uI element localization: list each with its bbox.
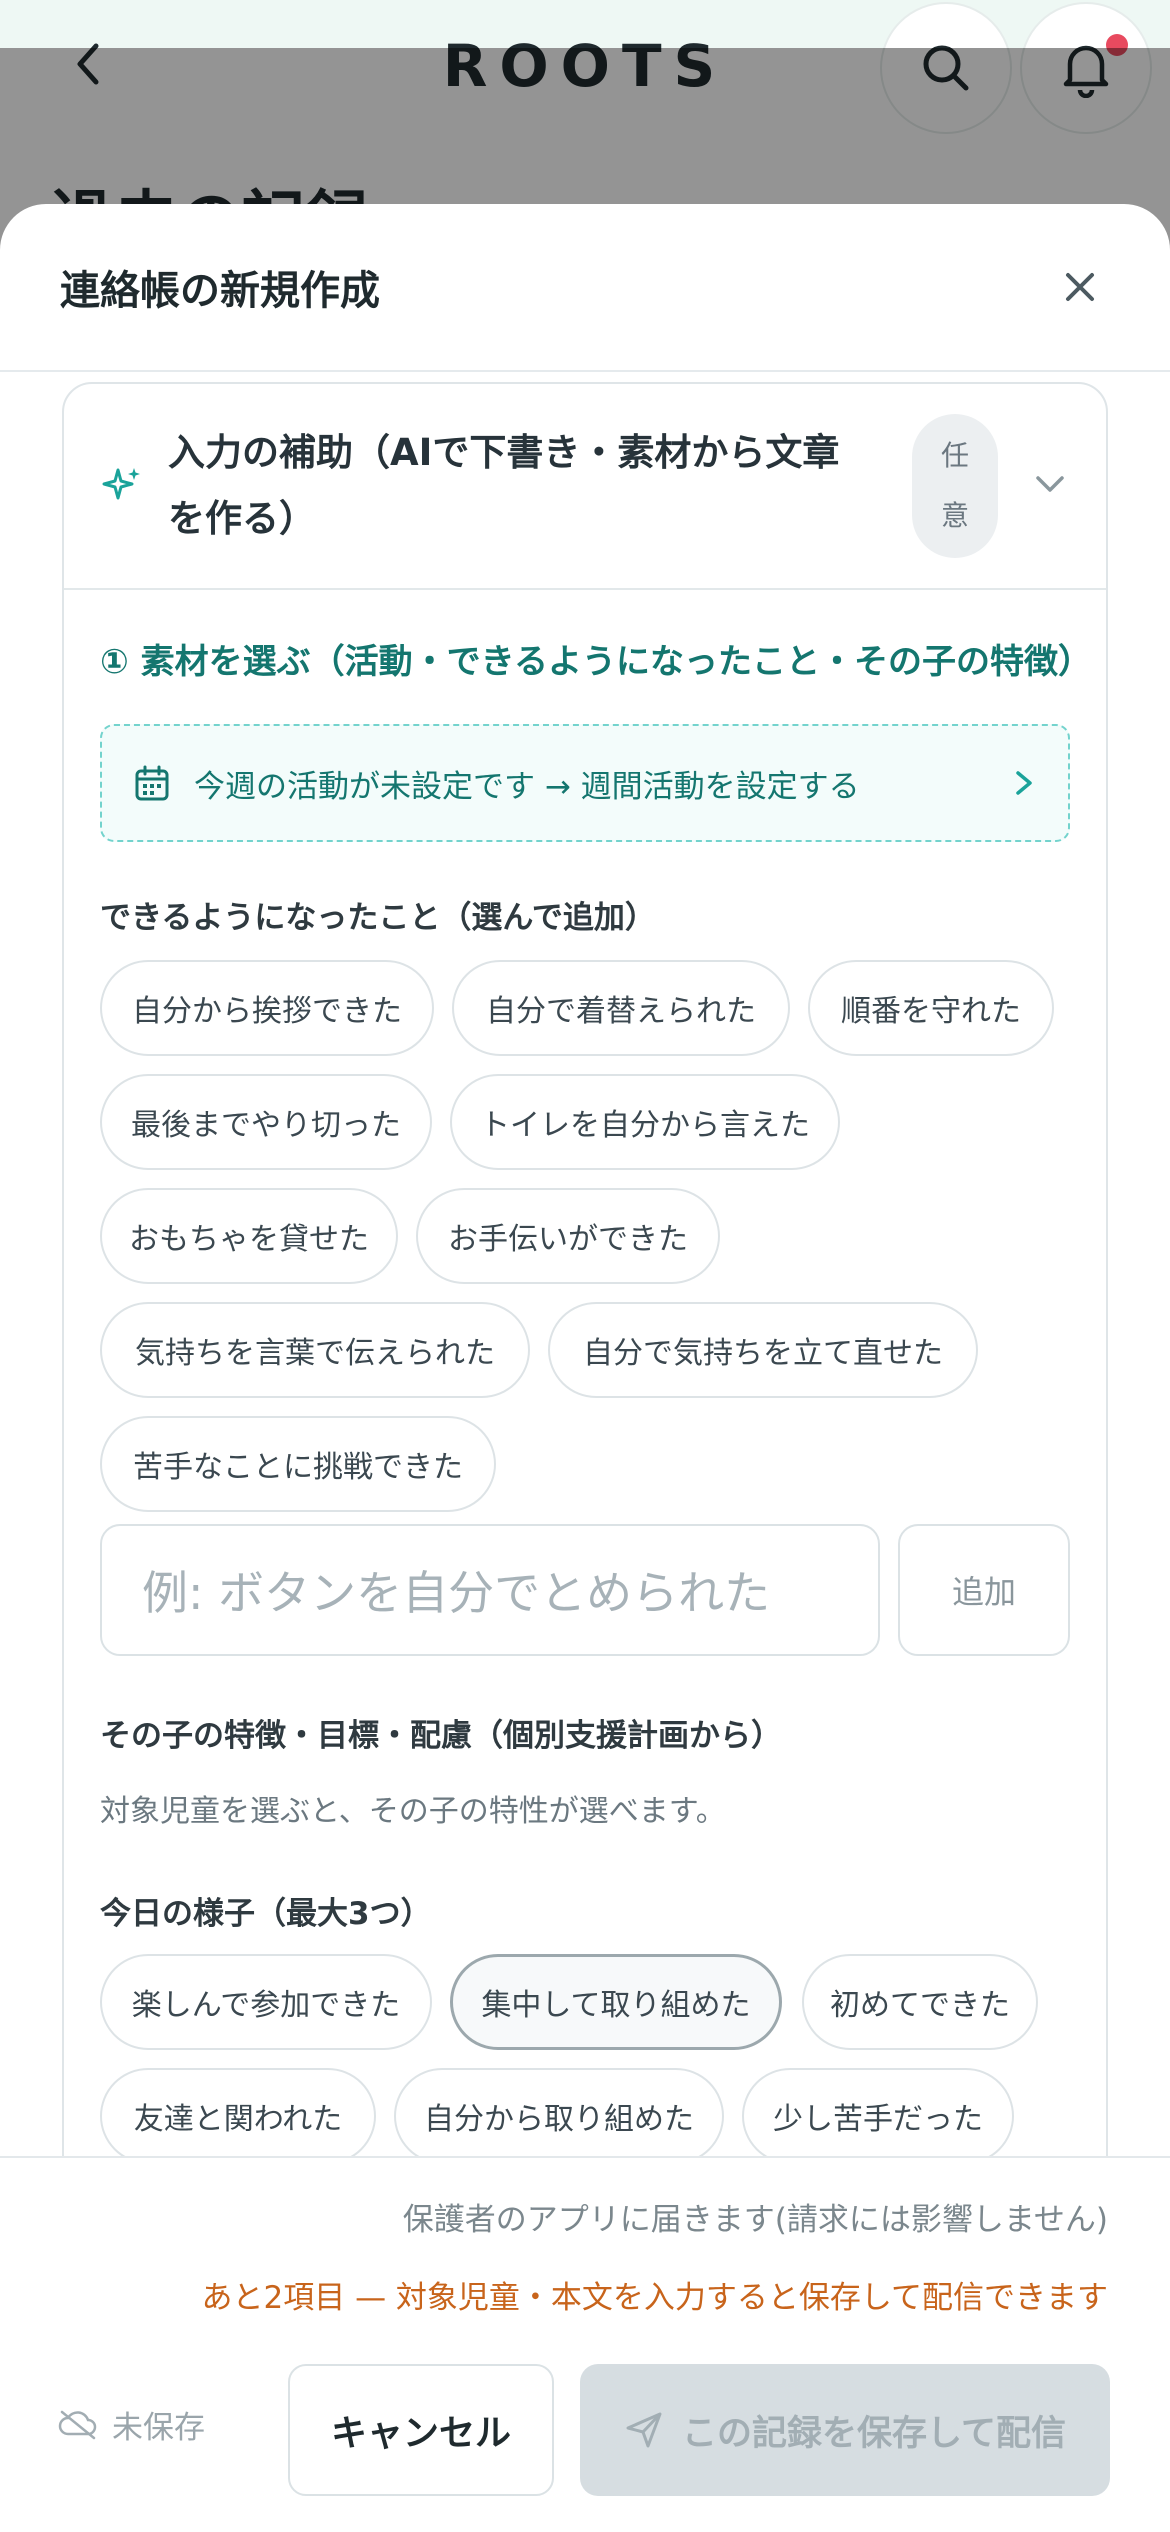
activity-link-text: 今週の活動が未設定です → 週間活動を設定する [194, 768, 860, 805]
today-chip[interactable]: 少し苦手だった [742, 2068, 1014, 2158]
assist-card: 入力の補助（AIで下書き・素材から文章を作る） 任 意 ① 素材を選ぶ（活動・で… [62, 382, 1108, 2158]
close-icon [1066, 273, 1094, 301]
delivery-note: 保護者のアプリに届きます(請求には影響しません) [402, 2202, 1108, 2238]
sparkle-icon [102, 468, 140, 500]
optional-badge-line2: 意 [940, 499, 969, 532]
cancel-button[interactable]: キャンセル [288, 2364, 554, 2496]
cloud-off-icon [58, 2410, 97, 2440]
achievement-chip[interactable]: 自分で気持ちを立て直せた [548, 1302, 978, 1398]
chevron-right-icon [1016, 771, 1032, 795]
achievement-chip[interactable]: 苦手なことに挑戦できた [100, 1416, 496, 1512]
achievement-input[interactable]: 例: ボタンを自分でとめられた [100, 1524, 880, 1656]
today-chip[interactable]: 自分から取り組めた [394, 2068, 724, 2158]
optional-badge-line1: 任 [940, 439, 969, 472]
traits-label: その子の特徴・目標・配慮（個別支援計画から） [100, 1718, 782, 1754]
send-icon [626, 2412, 662, 2448]
achievement-chip[interactable]: 気持ちを言葉で伝えられた [100, 1302, 530, 1398]
sheet-scroll-area[interactable]: 入力の補助（AIで下書き・素材から文章を作る） 任 意 ① 素材を選ぶ（活動・で… [0, 374, 1170, 2158]
achievement-chip[interactable]: 自分から挨拶できた [100, 960, 434, 1056]
today-chip[interactable]: 友達と関われた [100, 2068, 376, 2158]
achievement-chip[interactable]: 最後までやり切った [100, 1074, 432, 1170]
achievement-chip[interactable]: トイレを自分から言えた [450, 1074, 840, 1170]
set-weekly-activity-link[interactable]: 今週の活動が未設定です → 週間活動を設定する [100, 724, 1070, 842]
close-button[interactable] [1050, 257, 1110, 317]
save-and-send-button[interactable]: この記録を保存して配信 [580, 2364, 1110, 2496]
unsaved-status: 未保存 [58, 2394, 205, 2454]
new-record-sheet: 連絡帳の新規作成 入力の補助（AIで下書き・素材から文章を作る） 任 意 ① 素… [0, 204, 1170, 2532]
assist-toggle[interactable]: 入力の補助（AIで下書き・素材から文章を作る） 任 意 [64, 384, 1106, 590]
today-chip[interactable]: 楽しんで参加できた [100, 1954, 432, 2050]
sheet-footer: 保護者のアプリに届きます(請求には影響しません) あと2項目 — 対象児童・本文… [0, 2156, 1170, 2532]
achievement-chip[interactable]: おもちゃを貸せた [100, 1188, 398, 1284]
validation-warning: あと2項目 — 対象児童・本文を入力すると保存して配信できます [201, 2280, 1109, 2316]
optional-badge: 任 意 [912, 414, 998, 558]
calendar-icon [135, 765, 169, 801]
step1-heading: ① 素材を選ぶ（活動・できるようになったこと・その子の特徴） [100, 642, 1092, 682]
achievement-chip[interactable]: 順番を守れた [808, 960, 1054, 1056]
today-chip[interactable]: 初めてできた [802, 1954, 1038, 2050]
sheet-title: 連絡帳の新規作成 [60, 268, 380, 314]
unsaved-label: 未保存 [112, 2409, 205, 2446]
today-chip-selected[interactable]: 集中して取り組めた [450, 1954, 782, 2050]
achievements-label: できるようになったこと（選んで追加） [100, 900, 656, 936]
sheet-header: 連絡帳の新規作成 [0, 204, 1170, 372]
add-achievement-button[interactable]: 追加 [898, 1524, 1070, 1656]
achievement-chip[interactable]: 自分で着替えられた [452, 960, 790, 1056]
today-label: 今日の様子（最大3つ） [100, 1896, 432, 1932]
chevron-down-icon [1036, 476, 1064, 492]
achievement-chip[interactable]: お手伝いができた [416, 1188, 720, 1284]
save-and-send-label: この記録を保存して配信 [682, 2413, 1066, 2454]
traits-hint: 対象児童を選ぶと、その子の特性が選べます。 [100, 1794, 726, 1829]
assist-label: 入力の補助（AIで下書き・素材から文章を作る） [168, 431, 840, 540]
